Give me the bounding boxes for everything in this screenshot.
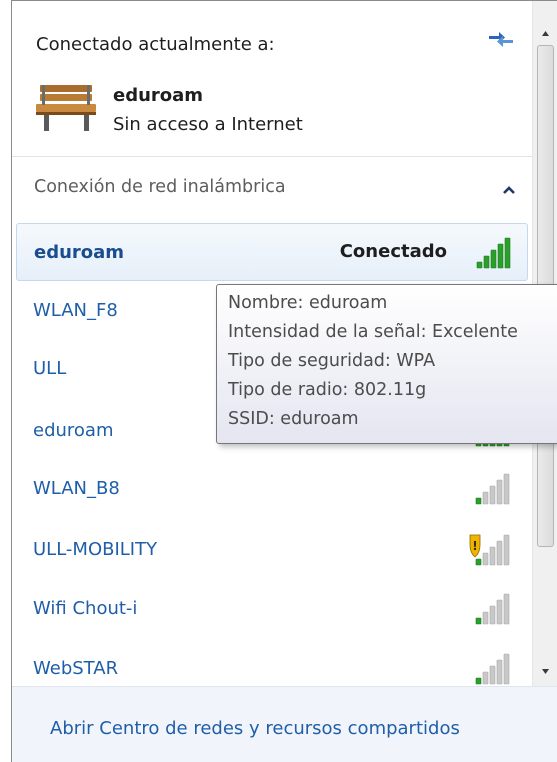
wifi-flyout: Conectado actualmente a: eduroam Sin acc… — [0, 0, 557, 762]
open-network-center-link[interactable]: Abrir Centro de redes y recursos compart… — [50, 718, 460, 739]
network-name: eduroam — [33, 420, 114, 441]
network-name: WebSTAR — [33, 658, 119, 679]
current-connection-header: Conectado actualmente a: eduroam Sin acc… — [12, 1, 532, 157]
scroll-down-icon[interactable] — [536, 663, 555, 680]
tooltip-radio-type: Tipo de radio: 802.11g — [228, 380, 427, 400]
signal-strength-icon — [475, 653, 510, 685]
network-row[interactable]: WebSTAR — [16, 640, 528, 685]
section-label: Conexión de red inalámbrica — [34, 177, 286, 197]
network-name: ULL — [33, 358, 67, 379]
svg-text:!: ! — [472, 539, 477, 553]
network-tooltip: Nombre: eduroam Intensidad de la señal: … — [216, 284, 557, 444]
network-row[interactable]: eduroam Conectado — [16, 223, 528, 281]
network-row[interactable]: Wifi Chout-i — [16, 580, 528, 638]
header-title: Conectado actualmente a: — [36, 34, 275, 55]
network-status: Conectado — [339, 241, 447, 262]
network-row[interactable]: WLAN_B8 — [16, 460, 528, 518]
network-name: WLAN_F8 — [33, 300, 118, 321]
network-row[interactable]: ULL-MOBILITY! — [16, 521, 528, 579]
footer: Abrir Centro de redes y recursos compart… — [12, 686, 557, 762]
scroll-up-icon[interactable] — [536, 25, 555, 42]
current-network-name: eduroam — [113, 85, 204, 106]
bench-icon — [36, 85, 96, 131]
signal-strength-icon — [476, 237, 511, 269]
refresh-arrows-icon[interactable] — [485, 27, 517, 49]
network-name: WLAN_B8 — [33, 478, 120, 499]
signal-strength-icon — [475, 473, 510, 505]
tooltip-ssid: SSID: eduroam — [228, 409, 359, 429]
tooltip-signal-strength: Intensidad de la señal: Excelente — [228, 322, 518, 342]
signal-strength-icon: ! — [469, 534, 510, 566]
tooltip-name: Nombre: eduroam — [228, 293, 388, 313]
tooltip-security-type: Tipo de seguridad: WPA — [228, 351, 436, 371]
current-network-status: Sin acceso a Internet — [113, 114, 303, 135]
network-name: ULL-MOBILITY — [33, 539, 158, 560]
chevron-up-icon[interactable] — [502, 185, 516, 195]
signal-strength-icon — [475, 593, 510, 625]
wireless-section-header[interactable]: Conexión de red inalámbrica — [12, 158, 532, 218]
network-name: eduroam — [34, 242, 125, 263]
network-name: Wifi Chout-i — [33, 598, 138, 619]
